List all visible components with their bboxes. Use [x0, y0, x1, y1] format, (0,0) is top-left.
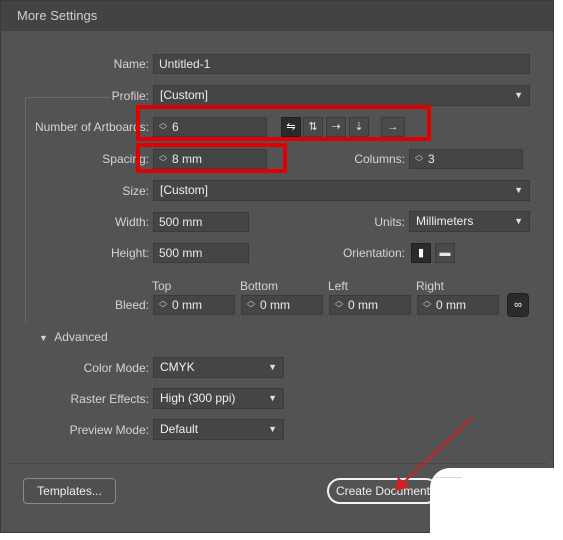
arrow-shaft [401, 417, 473, 485]
annotation-arrow [395, 417, 473, 491]
